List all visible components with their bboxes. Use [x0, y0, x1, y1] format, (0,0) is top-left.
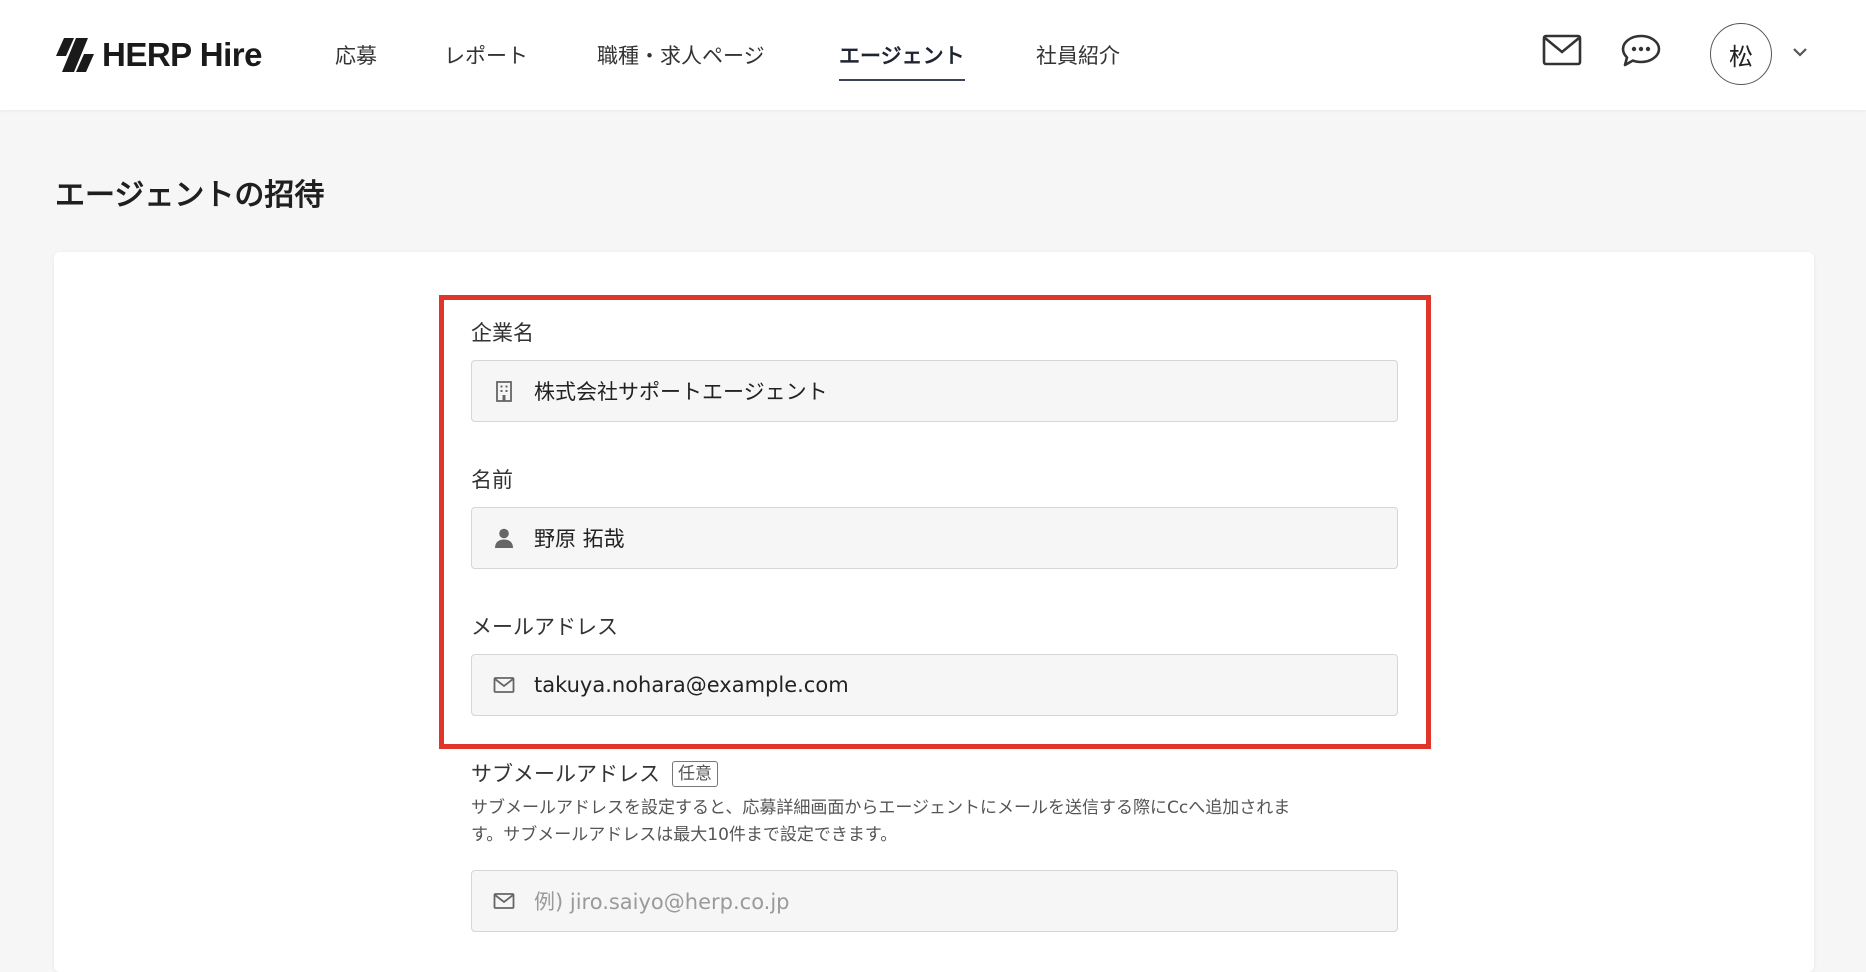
email-field[interactable]: takuya.nohara@example.com: [471, 654, 1398, 716]
sub-email-label: サブメールアドレス 任意: [471, 758, 718, 788]
nav-item-applications[interactable]: 応募: [335, 40, 377, 79]
page-title: エージェントの招待: [55, 178, 325, 213]
mail-icon: [493, 893, 515, 909]
nav-item-jobs[interactable]: 職種・求人ページ: [597, 40, 765, 79]
herp-logo-icon: [56, 38, 94, 72]
herp-hire-logo[interactable]: HERP Hire: [54, 36, 262, 74]
optional-badge: 任意: [672, 761, 718, 787]
person-icon: [495, 528, 513, 548]
company-name-field[interactable]: 株式会社サポートエージェント: [471, 360, 1398, 422]
sub-email-help-line-1: サブメールアドレスを設定すると、応募詳細画面からエージェントにメールを送信する際…: [471, 798, 1291, 818]
user-avatar[interactable]: 松: [1710, 23, 1772, 85]
company-name-value: 株式会社サポートエージェント: [534, 380, 828, 404]
nav-item-reports[interactable]: レポート: [444, 40, 528, 79]
email-value: takuya.nohara@example.com: [534, 673, 849, 697]
sub-email-help-line-2: す。サブメールアドレスは最大10件まで設定できます。: [471, 825, 898, 845]
mail-icon[interactable]: [1542, 34, 1582, 66]
sub-email-field[interactable]: 例) jiro.saiyo@herp.co.jp: [471, 870, 1398, 932]
company-name-label: 企業名: [471, 321, 534, 345]
chevron-down-icon[interactable]: [1792, 46, 1808, 58]
top-navigation-bar: HERP Hire 応募 レポート 職種・求人ページ エージェント 社員紹介 松: [0, 0, 1866, 110]
nav-item-agents[interactable]: エージェント: [839, 40, 965, 81]
name-value: 野原 拓哉: [534, 527, 625, 551]
logo-text: HERP Hire: [102, 36, 262, 73]
nav-item-referrals[interactable]: 社員紹介: [1036, 40, 1120, 79]
chat-bubble-icon[interactable]: [1620, 33, 1662, 69]
name-field[interactable]: 野原 拓哉: [471, 507, 1398, 569]
email-label: メールアドレス: [471, 615, 618, 639]
sub-email-label-text: サブメールアドレス: [471, 762, 660, 786]
sub-email-help-text: サブメールアドレスを設定すると、応募詳細画面からエージェントにメールを送信する際…: [471, 795, 1401, 849]
sub-email-placeholder: 例) jiro.saiyo@herp.co.jp: [534, 890, 790, 914]
mail-icon: [493, 677, 515, 693]
name-label: 名前: [471, 468, 513, 492]
building-icon: [496, 381, 512, 402]
